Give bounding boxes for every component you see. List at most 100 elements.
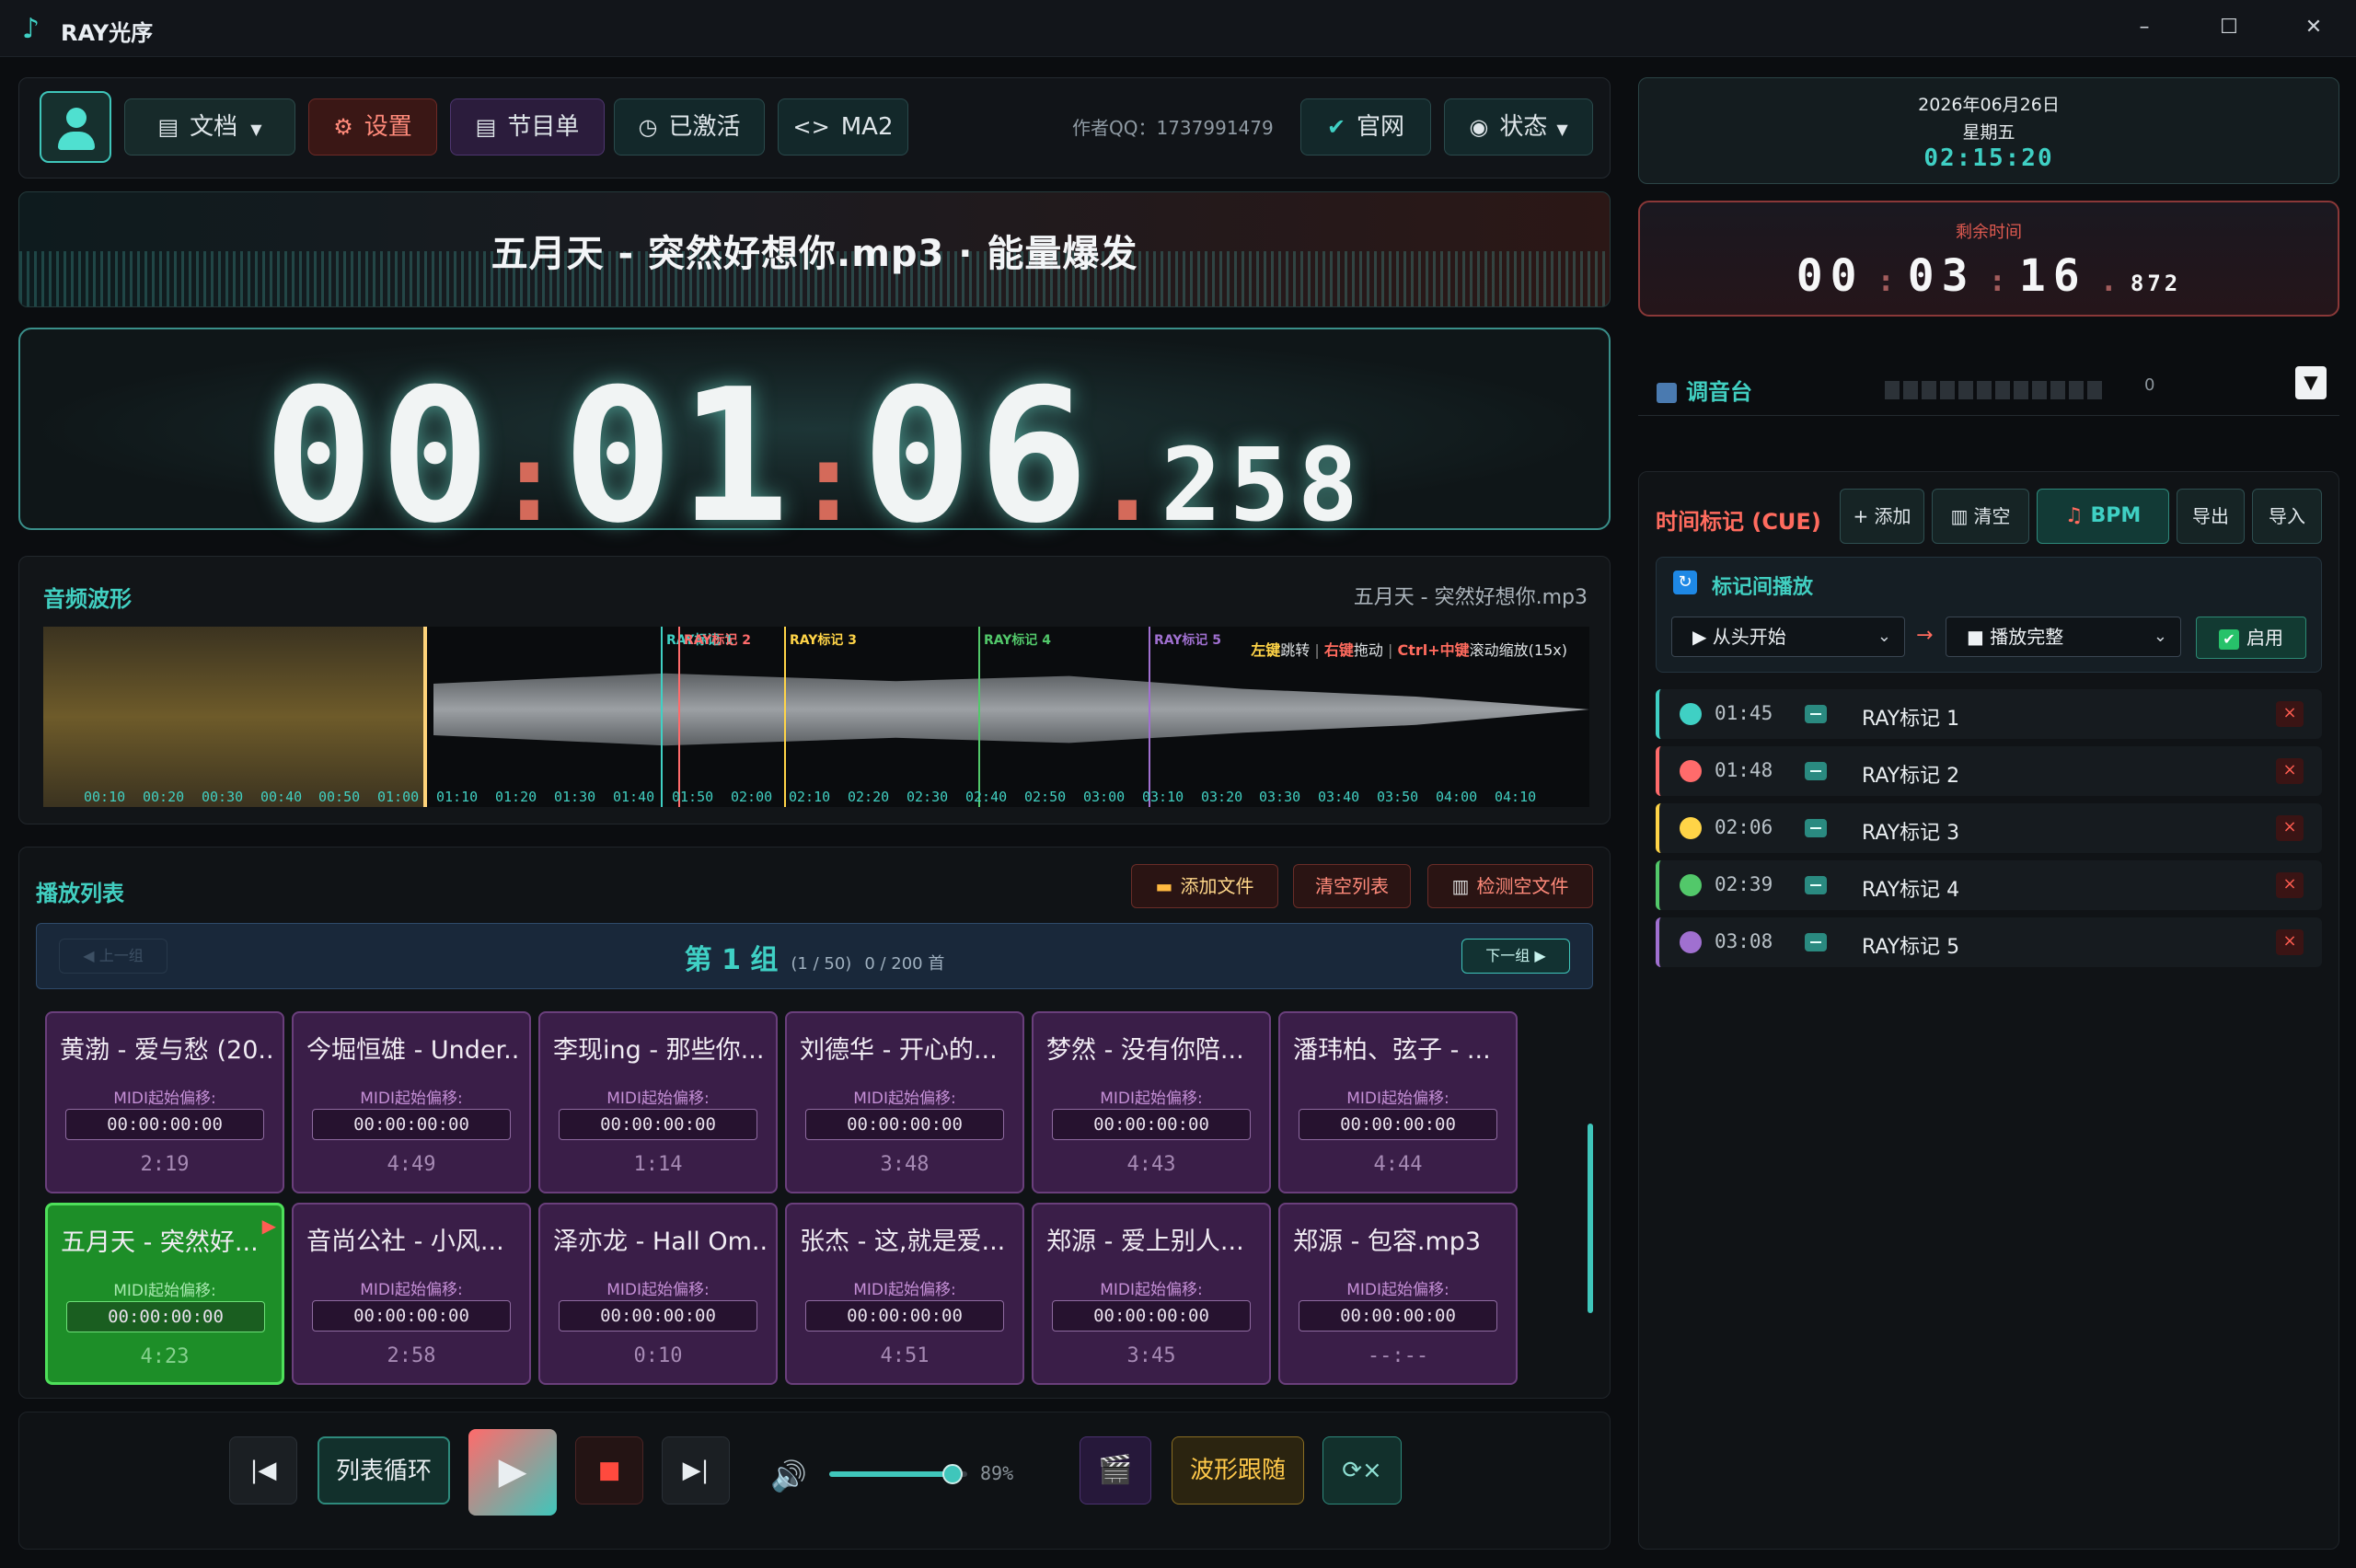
mixer-dropdown-button[interactable]: ▼	[2295, 366, 2327, 399]
waveform-canvas[interactable]: RAY标记 1 RAY标记 2 RAY标记 3 RAY标记 4 RAY标记 5 左键跳转…	[43, 627, 1589, 807]
cue-marker-line[interactable]	[784, 627, 786, 807]
song-card[interactable]: 黄渤 - 爱与愁 (20... MIDI起始偏移: 00:00:00:00 2:19	[45, 1011, 284, 1193]
playhead-cursor[interactable]	[423, 627, 427, 807]
song-card[interactable]: 张杰 - 这,就是爱... MIDI起始偏移: 00:00:00:00 4:51	[785, 1203, 1024, 1385]
cue-nudge-button[interactable]	[1805, 933, 1827, 951]
song-duration: 4:23	[140, 1345, 190, 1368]
delete-cue-button[interactable]: ×	[2276, 758, 2304, 784]
volume-slider-knob[interactable]	[942, 1464, 963, 1484]
midi-offset-input[interactable]: 00:00:00:00	[1052, 1109, 1251, 1140]
play-button[interactable]: ▶	[468, 1429, 557, 1516]
midi-offset-input[interactable]: 00:00:00:00	[559, 1109, 757, 1140]
delete-cue-button[interactable]: ×	[2276, 815, 2304, 841]
midi-offset-input[interactable]: 00:00:00:00	[559, 1300, 757, 1332]
song-card[interactable]: 音尚公社 - 小风... MIDI起始偏移: 00:00:00:00 2:58	[292, 1203, 531, 1385]
volume-icon[interactable]: 🔊	[770, 1458, 807, 1493]
song-card[interactable]: 李现ing - 那些你... MIDI起始偏移: 00:00:00:00 1:14	[538, 1011, 778, 1193]
export-cues-button[interactable]: 导出	[2177, 489, 2245, 544]
activated-button[interactable]: ◷ 已激活	[614, 98, 765, 156]
ma2-button[interactable]: <> MA2	[778, 98, 908, 156]
cue-row[interactable]: 02:06 RAY标记 3 ×	[1656, 803, 2322, 853]
wave-follow-button[interactable]: 波形跟随	[1172, 1436, 1304, 1505]
cue-marker-line[interactable]	[661, 627, 663, 807]
waveform-label: 音频波形	[43, 586, 132, 612]
bpm-button[interactable]: ♫ BPM	[2037, 489, 2169, 544]
cue-color-dot[interactable]	[1680, 817, 1702, 839]
midi-offset-input[interactable]: 00:00:00:00	[805, 1300, 1004, 1332]
time-tick-label: 00:40	[260, 789, 303, 805]
loop-mode-button[interactable]: 列表循环	[318, 1436, 450, 1505]
delete-cue-button[interactable]: ×	[2276, 872, 2304, 898]
midi-offset-input[interactable]: 00:00:00:00	[1052, 1300, 1251, 1332]
add-cue-button[interactable]: + 添加	[1840, 489, 1924, 544]
song-duration: 2:58	[387, 1344, 436, 1367]
detect-empty-button[interactable]: ▥ 检测空文件	[1427, 864, 1593, 908]
cue-nudge-button[interactable]	[1805, 705, 1827, 723]
cue-panel: 时间标记 (CUE) + 添加 ▥ 清空 ♫ BPM 导出 导入 ↻ 标记间播放 ▶…	[1638, 471, 2339, 1550]
loop-enable-toggle[interactable]: ✔ 启用	[2196, 617, 2306, 659]
website-button[interactable]: ✔ 官网	[1300, 98, 1431, 156]
checkbox-checked-icon: ✔	[2219, 628, 2239, 650]
midi-offset-input[interactable]: 00:00:00:00	[805, 1109, 1004, 1140]
song-card[interactable]: 五月天 - 突然好... ▶ MIDI起始偏移: 00:00:00:00 4:23	[45, 1203, 284, 1385]
midi-offset-input[interactable]: 00:00:00:00	[1299, 1109, 1497, 1140]
cue-marker-line[interactable]	[1149, 627, 1150, 807]
mixer-label: 调音台	[1686, 379, 1752, 405]
clapperboard-button[interactable]: 🎬	[1080, 1436, 1151, 1505]
song-card[interactable]: 泽亦龙 - Hall Om... MIDI起始偏移: 00:00:00:00 0:10	[538, 1203, 778, 1385]
mixer-row: 调音台 0 ▼	[1638, 359, 2339, 416]
volume-slider[interactable]	[829, 1464, 967, 1484]
song-card[interactable]: 郑源 - 包容.mp3 MIDI起始偏移: 00:00:00:00 --:--	[1278, 1203, 1518, 1385]
clear-list-button[interactable]: 清空列表	[1293, 864, 1411, 908]
cue-row[interactable]: 02:39 RAY标记 4 ×	[1656, 860, 2322, 910]
midi-offset-input[interactable]: 00:00:00:00	[312, 1109, 511, 1140]
add-files-button[interactable]: ▬ 添加文件	[1131, 864, 1278, 908]
minimize-button[interactable]: –	[2117, 9, 2172, 46]
song-card[interactable]: 刘德华 - 开心的... MIDI起始偏移: 00:00:00:00 3:48	[785, 1011, 1024, 1193]
user-button[interactable]	[40, 91, 111, 163]
speed-button[interactable]: ⟳×	[1322, 1436, 1402, 1505]
author-info: 作者QQ：1737991479	[1072, 117, 1274, 139]
clear-cues-button[interactable]: ▥ 清空	[1932, 489, 2029, 544]
delete-cue-button[interactable]: ×	[2276, 929, 2304, 955]
song-card[interactable]: 潘玮柏、弦子 - ... MIDI起始偏移: 00:00:00:00 4:44	[1278, 1011, 1518, 1193]
previous-track-button[interactable]: |◀	[229, 1436, 297, 1505]
midi-offset-input[interactable]: 00:00:00:00	[1299, 1300, 1497, 1332]
trash-icon: ▥	[1451, 875, 1470, 897]
settings-button[interactable]: ⚙ 设置	[308, 98, 437, 156]
song-card[interactable]: 今堀恒雄 - Under... MIDI起始偏移: 00:00:00:00 4:49	[292, 1011, 531, 1193]
loop-from-select[interactable]: ▶ 从头开始 ⌄	[1671, 617, 1905, 657]
loop-to-select[interactable]: ■ 播放完整 ⌄	[1946, 617, 2181, 657]
cue-color-dot[interactable]	[1680, 703, 1702, 725]
playlist-scrollbar[interactable]	[1588, 1124, 1593, 1313]
delete-cue-button[interactable]: ×	[2276, 701, 2304, 727]
program-button[interactable]: ▤ 节目单	[450, 98, 605, 156]
close-button[interactable]: ✕	[2286, 9, 2341, 46]
status-button[interactable]: ◉ 状态 ▼	[1444, 98, 1593, 156]
maximize-button[interactable]: ☐	[2201, 9, 2257, 46]
docs-button[interactable]: ▤ 文档 ▼	[124, 98, 295, 156]
next-track-button[interactable]: ▶|	[662, 1436, 730, 1505]
midi-offset-input[interactable]: 00:00:00:00	[312, 1300, 511, 1332]
song-card[interactable]: 郑源 - 爱上别人... MIDI起始偏移: 00:00:00:00 3:45	[1032, 1203, 1271, 1385]
midi-offset-input[interactable]: 00:00:00:00	[66, 1301, 265, 1332]
cue-marker-line[interactable]	[678, 627, 680, 807]
song-card[interactable]: 梦然 - 没有你陪... MIDI起始偏移: 00:00:00:00 4:43	[1032, 1011, 1271, 1193]
cue-row[interactable]: 03:08 RAY标记 5 ×	[1656, 917, 2322, 967]
cue-nudge-button[interactable]	[1805, 819, 1827, 837]
cue-row[interactable]: 01:45 RAY标记 1 ×	[1656, 689, 2322, 739]
cue-color-dot[interactable]	[1680, 760, 1702, 782]
import-cues-button[interactable]: 导入	[2252, 489, 2322, 544]
stop-button[interactable]: ■	[575, 1436, 643, 1505]
cue-row[interactable]: 01:48 RAY标记 2 ×	[1656, 746, 2322, 796]
cue-time: 02:39	[1715, 873, 1773, 895]
cue-marker-line[interactable]	[978, 627, 980, 807]
cue-color-dot[interactable]	[1680, 931, 1702, 953]
cue-nudge-button[interactable]	[1805, 876, 1827, 894]
midi-offset-input[interactable]: 00:00:00:00	[65, 1109, 264, 1140]
time-tick-label: 02:10	[789, 789, 831, 805]
next-group-button[interactable]: 下一组 ▶	[1461, 939, 1570, 974]
cue-color-dot[interactable]	[1680, 874, 1702, 896]
cue-marker-label: RAY标记 4	[984, 633, 1052, 648]
cue-nudge-button[interactable]	[1805, 762, 1827, 780]
